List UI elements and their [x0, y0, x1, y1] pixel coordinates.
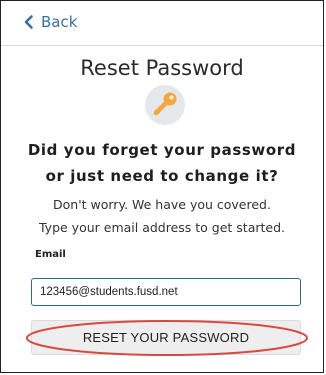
- headline-line-1: Did you forget your password: [27, 141, 297, 159]
- description-line-2: Type your email address to get started.: [38, 220, 286, 235]
- email-label: Email: [35, 249, 66, 260]
- email-field[interactable]: [31, 278, 301, 306]
- description-line-1: Don't worry. We have you covered.: [53, 197, 271, 212]
- key-icon: [145, 85, 185, 125]
- back-button[interactable]: Back: [21, 13, 77, 31]
- chevron-left-icon: [21, 14, 37, 30]
- page-title: Reset Password: [80, 56, 244, 80]
- back-label: Back: [41, 13, 78, 31]
- top-bar: Back: [1, 1, 323, 46]
- app-frame: Back Reset Password Did you forget your …: [0, 0, 324, 373]
- reset-password-button[interactable]: RESET YOUR PASSWORD: [31, 320, 301, 355]
- headline-line-2: or just need to change it?: [45, 167, 279, 185]
